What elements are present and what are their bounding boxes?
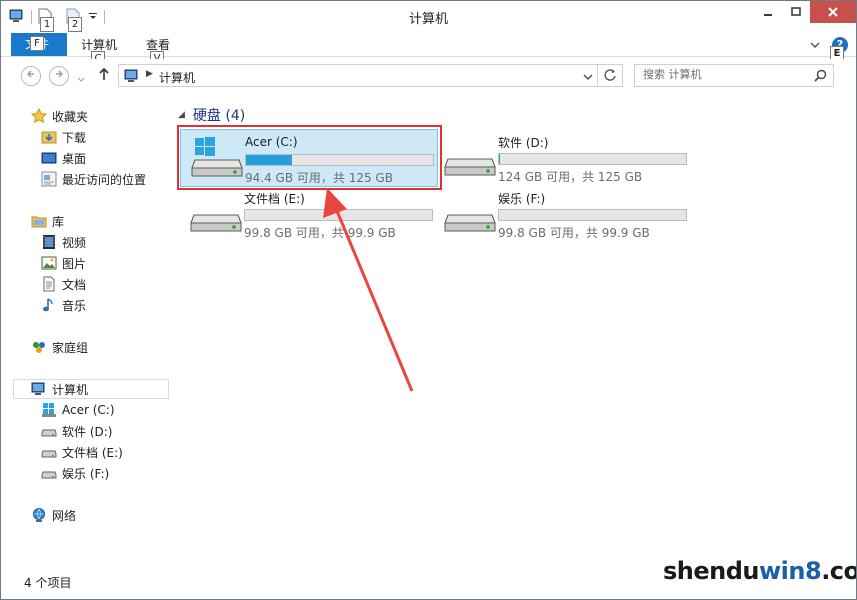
watermark: shenduwin8.com [663,557,856,585]
watermark-win: win8 [759,557,822,585]
annotation-arrow [323,188,414,392]
annotation-arrow-shaft [335,210,414,392]
watermark-pre: shendu [663,557,760,585]
annotation-arrow-head [323,188,347,218]
watermark-post: .com [821,557,856,585]
item-count: 4 个项目 [24,576,72,590]
explorer-window: 1 2 计算机 文件 F [0,0,857,600]
